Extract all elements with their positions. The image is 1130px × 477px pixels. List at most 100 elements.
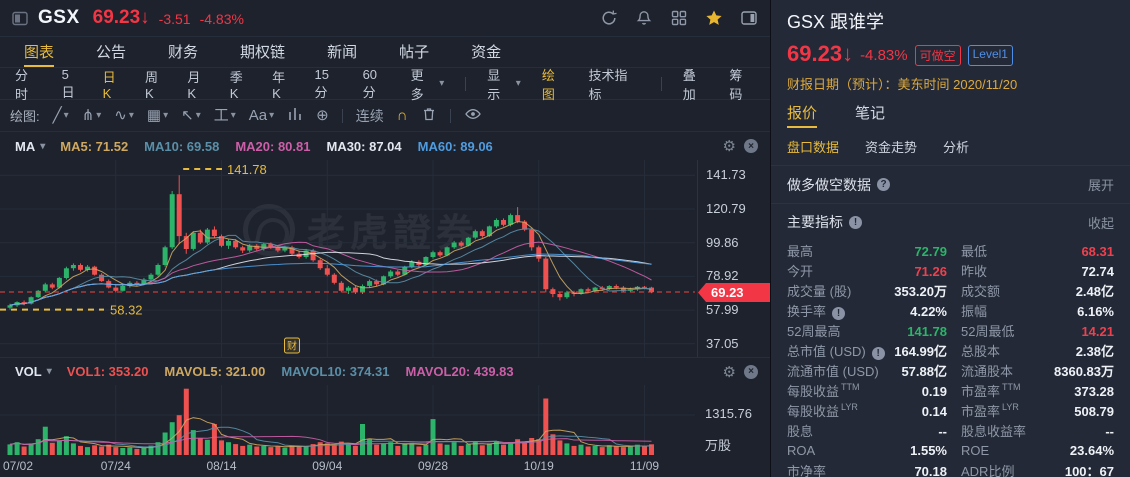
refresh-icon[interactable] bbox=[600, 9, 618, 27]
metric-cell: 振幅6.16% bbox=[961, 301, 1114, 320]
section-toggle[interactable]: 收起 bbox=[1088, 213, 1114, 232]
period-draw[interactable]: 绘图 bbox=[542, 65, 568, 103]
period-display[interactable]: 显示▾ bbox=[487, 65, 521, 103]
gear-icon[interactable]: ⚙ bbox=[723, 137, 736, 155]
continuous-label: 连续 bbox=[356, 106, 384, 126]
bell-icon[interactable] bbox=[635, 9, 653, 27]
section-toggle[interactable]: 展开 bbox=[1088, 175, 1114, 194]
period-5d-label: 5日 bbox=[62, 67, 82, 101]
nav-tab-funds[interactable]: 资金 bbox=[471, 37, 501, 67]
trend-line-tool[interactable]: ╱▾ bbox=[53, 108, 69, 123]
period-more[interactable]: 更多▾ bbox=[411, 65, 445, 103]
vol-dropdown[interactable]: VOL▾ bbox=[15, 364, 52, 379]
nav-tab-option-chain[interactable]: 期权链 bbox=[240, 37, 285, 67]
nav-tab-financials[interactable]: 财务 bbox=[168, 37, 198, 67]
metric-value: 68.31 bbox=[1081, 244, 1114, 259]
vol-legend-item: MAVOL5: 321.00 bbox=[164, 364, 265, 379]
chevron-down-icon: ▾ bbox=[163, 110, 168, 121]
metric-superscript: TTM bbox=[841, 382, 860, 392]
current-price-badge: 69.23 bbox=[698, 283, 771, 302]
volume-profile-tool[interactable] bbox=[287, 106, 303, 125]
quote-subtab-fund-trend[interactable]: 资金走势 bbox=[865, 137, 917, 156]
metric-cell: 今开71.26 bbox=[787, 261, 947, 280]
text-tool-tool[interactable]: Aa▾ bbox=[249, 108, 274, 123]
nav-tabs: 图表 公告 财务 期权链 新闻 帖子 资金 bbox=[0, 36, 770, 68]
metric-value: 72.79 bbox=[914, 244, 947, 259]
visibility-icon bbox=[464, 106, 482, 125]
period-1w[interactable]: 周K bbox=[145, 67, 166, 101]
period-chips[interactable]: 筹码 bbox=[729, 65, 755, 103]
metric-row: 每股收益TTM0.19市盈率TTM373.28 bbox=[787, 380, 1114, 400]
arrow-mark-tool[interactable]: ↖▾ bbox=[181, 108, 201, 123]
continuous-tool[interactable]: 连续 bbox=[356, 106, 384, 126]
price-axis: 141.73120.7999.8678.9257.9937.0569.23 bbox=[697, 160, 770, 357]
period-1mo[interactable]: 月K bbox=[187, 67, 208, 101]
ma-legend-item: MA30: 87.04 bbox=[326, 139, 401, 154]
pitchfork-tool[interactable]: ⋔▾ bbox=[82, 108, 102, 123]
quote-tab-notes[interactable]: 笔记 bbox=[855, 102, 885, 128]
quote-last-price: 69.23↓ bbox=[787, 41, 853, 67]
star-icon[interactable] bbox=[705, 9, 723, 27]
quote-tab-quote[interactable]: 报价 bbox=[787, 102, 817, 128]
draw-toolbar: 绘图: ╱▾⋔▾∿▾▦▾↖▾工▾Aa▾⊕连续∩ bbox=[0, 100, 770, 132]
nav-tab-announcements[interactable]: 公告 bbox=[96, 37, 126, 67]
price-line-tool[interactable]: 工▾ bbox=[214, 108, 236, 123]
period-5d[interactable]: 5日 bbox=[62, 67, 82, 101]
gann-icon: ▦ bbox=[147, 108, 161, 123]
period-bar: 分时 5日日K 周K 月K 季K 年K 15分 60分更多▾ 显示▾ 绘图技术指标 叠加筹码 bbox=[0, 68, 770, 100]
metric-cell: 市净率70.18 bbox=[787, 461, 947, 477]
nav-tab-chart[interactable]: 图表 bbox=[24, 37, 54, 67]
magnet-tool[interactable]: ∩ bbox=[397, 108, 408, 123]
chevron-down-icon: ▾ bbox=[231, 110, 236, 121]
close-icon[interactable]: × bbox=[744, 365, 758, 379]
chevron-down-icon: ▾ bbox=[40, 141, 45, 152]
vol-legend: VOL1: 353.20MAVOL5: 321.00MAVOL10: 374.3… bbox=[67, 364, 514, 379]
trend-line-icon: ╱ bbox=[53, 108, 62, 123]
ma-dropdown[interactable]: MA▾ bbox=[15, 139, 45, 154]
metric-value: 72.74 bbox=[1081, 264, 1114, 279]
quote-badges: 可做空Level1 bbox=[915, 42, 1013, 66]
metric-value: 14.21 bbox=[1081, 324, 1114, 339]
period-60m[interactable]: 60分 bbox=[363, 67, 390, 101]
gear-icon[interactable]: ⚙ bbox=[723, 363, 736, 381]
metric-label: 流通股本 bbox=[961, 361, 1013, 380]
quote-subtab-order-book[interactable]: 盘口数据 bbox=[787, 137, 839, 156]
earnings-date-note: 财报日期（预计）：美东时间 2020/11/20 bbox=[771, 67, 1130, 93]
info-icon[interactable]: ! bbox=[872, 347, 885, 360]
price-change: -3.51 bbox=[159, 11, 191, 27]
vol-legend-item: MAVOL10: 374.31 bbox=[281, 364, 389, 379]
metric-value: 8360.83万 bbox=[1054, 361, 1114, 380]
period-1q[interactable]: 季K bbox=[230, 67, 251, 101]
candlestick-chart[interactable]: 老虎證券 141.7858.32财 141.73120.7999.8678.92… bbox=[0, 160, 770, 357]
metric-cell: 成交额2.48亿 bbox=[961, 281, 1114, 300]
wave-tool[interactable]: ∿▾ bbox=[114, 108, 134, 123]
period-15m[interactable]: 15分 bbox=[314, 67, 341, 101]
period-time-sharing[interactable]: 分时 bbox=[15, 65, 41, 103]
info-icon[interactable]: ! bbox=[849, 216, 862, 229]
last-price: 69.23↓ bbox=[93, 7, 150, 29]
close-icon[interactable]: × bbox=[744, 139, 758, 153]
volume-chart[interactable]: 1315.76 万股 bbox=[0, 385, 770, 455]
period-1d[interactable]: 日K bbox=[103, 67, 124, 101]
period-1y[interactable]: 年K bbox=[272, 67, 293, 101]
gann-tool[interactable]: ▦▾ bbox=[147, 108, 168, 123]
nav-tab-posts[interactable]: 帖子 bbox=[399, 37, 429, 67]
period-tech-indicators[interactable]: 技术指标 bbox=[588, 65, 639, 103]
delete-tool[interactable] bbox=[421, 106, 437, 125]
chart-area: GSX 69.23↓ -3.51 -4.83% 图表公告财务期权链新闻帖子资金 … bbox=[0, 0, 770, 477]
info-icon[interactable]: ! bbox=[832, 307, 845, 320]
metric-label: 总市值 (USD)! bbox=[787, 341, 885, 360]
visibility-tool[interactable] bbox=[464, 106, 482, 125]
nav-tab-news[interactable]: 新闻 bbox=[327, 37, 357, 67]
quote-tabs: 报价 笔记 bbox=[771, 93, 1130, 128]
apps-grid-icon[interactable] bbox=[670, 9, 688, 27]
zoom-in-tool[interactable]: ⊕ bbox=[316, 108, 329, 123]
period-overlay[interactable]: 叠加 bbox=[683, 65, 709, 103]
metric-value: -- bbox=[1105, 424, 1114, 439]
panel-toggle-icon[interactable] bbox=[740, 9, 758, 27]
question-icon[interactable]: ? bbox=[877, 178, 890, 191]
quote-subtab-analysis[interactable]: 分析 bbox=[943, 137, 969, 156]
period-15m-label: 15分 bbox=[314, 67, 341, 101]
metric-superscript: LYR bbox=[841, 402, 858, 412]
chevron-down-icon: ▾ bbox=[47, 366, 52, 377]
